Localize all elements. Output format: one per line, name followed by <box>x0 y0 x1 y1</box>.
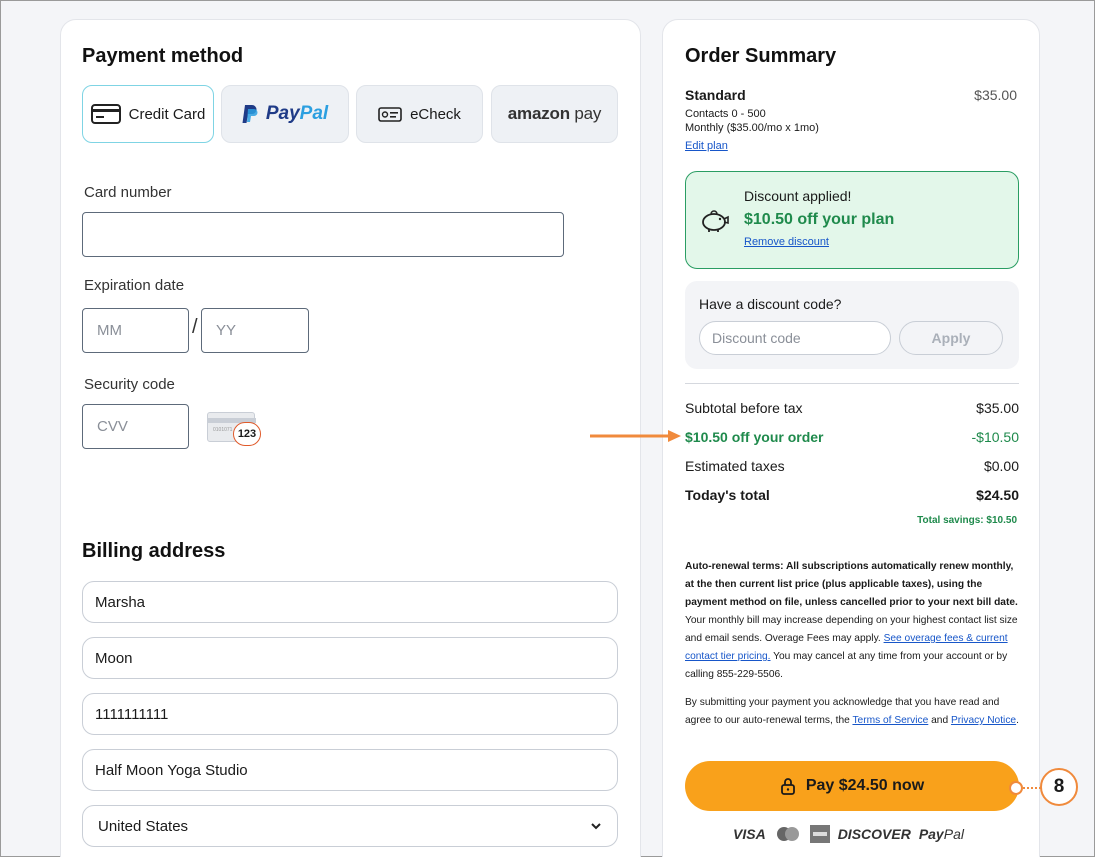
order-summary-title: Order Summary <box>685 45 837 67</box>
payment-panel: Payment method Credit Card PayPal eCheck… <box>60 19 641 857</box>
amex-icon <box>809 825 830 843</box>
cvv-hint-icon: 0101071 123 <box>207 412 263 448</box>
country-value: United States <box>98 817 189 835</box>
subtotal-row: Subtotal before tax $35.00 <box>685 400 1019 416</box>
plan-price: $35.00 <box>974 87 1017 103</box>
billing-address-title: Billing address <box>82 540 226 562</box>
step-connector <box>1023 787 1041 789</box>
accepted-cards: VISA DISCOVER PayPal <box>733 825 983 843</box>
remove-discount-link[interactable]: Remove discount <box>744 236 829 248</box>
last-name-input[interactable]: Moon <box>82 637 618 679</box>
paypal-tab[interactable]: PayPal <box>221 85 349 143</box>
check-icon <box>378 107 402 122</box>
discover-logo: DISCOVER <box>837 826 911 842</box>
discount-code-section: Have a discount code? Discount code Appl… <box>685 281 1019 369</box>
mastercard-icon <box>776 827 799 841</box>
company-input[interactable]: Half Moon Yoga Studio <box>82 749 618 791</box>
total-row: Today's total $24.50 <box>685 487 1019 503</box>
payment-method-title: Payment method <box>82 45 244 67</box>
discount-code-heading: Have a discount code? <box>699 296 842 312</box>
discount-applied-heading: Discount applied! <box>744 188 852 204</box>
step-badge: 8 <box>1040 768 1078 806</box>
step-marker-dot <box>1009 781 1023 795</box>
edit-plan-link[interactable]: Edit plan <box>685 140 728 152</box>
echeck-label: eCheck <box>410 105 461 123</box>
paypal-small-logo: PayPal <box>918 826 964 842</box>
auto-renewal-terms: Auto-renewal terms: All subscriptions au… <box>685 561 1018 680</box>
terms-of-service-link[interactable]: Terms of Service <box>852 715 928 726</box>
piggy-bank-icon <box>702 210 729 232</box>
order-summary-panel: Order Summary Standard $35.00 Contacts 0… <box>662 19 1040 857</box>
discount-applied-box: Discount applied! $10.50 off your plan R… <box>685 171 1019 269</box>
discount-code-input[interactable]: Discount code <box>699 321 891 355</box>
credit-card-icon <box>90 104 121 124</box>
pay-now-label: Pay $24.50 now <box>805 777 925 794</box>
callout-arrow-icon <box>590 430 681 442</box>
credit-card-label: Credit Card <box>128 105 206 123</box>
amazon-pay-wordmark: amazon pay <box>507 104 602 123</box>
first-name-input[interactable]: Marsha <box>82 581 618 623</box>
country-select[interactable]: United States <box>82 805 618 847</box>
security-code-label: Security code <box>84 376 175 393</box>
card-number-label: Card number <box>84 184 172 201</box>
credit-card-tab[interactable]: Credit Card <box>82 85 214 143</box>
apply-button[interactable]: Apply <box>899 321 1003 355</box>
discount-amount: $10.50 off your plan <box>744 211 895 228</box>
phone-input[interactable]: 1111111111 <box>82 693 618 735</box>
expiration-label: Expiration date <box>84 277 185 294</box>
plan-name: Standard <box>685 87 746 103</box>
total-savings: Total savings: $10.50 <box>917 515 1017 526</box>
date-separator: / <box>192 316 198 338</box>
privacy-notice-link[interactable]: Privacy Notice <box>951 715 1016 726</box>
paypal-logo-icon <box>242 105 258 123</box>
plan-billing-cycle: Monthly ($35.00/mo x 1mo) <box>685 122 819 134</box>
card-number-input[interactable] <box>82 212 564 257</box>
discount-row: $10.50 off your order -$10.50 <box>685 429 1019 445</box>
chevron-down-icon <box>591 823 601 830</box>
expiration-month-input[interactable]: MM <box>82 308 189 353</box>
plan-contacts: Contacts 0 - 500 <box>685 108 766 120</box>
taxes-row: Estimated taxes $0.00 <box>685 458 1019 474</box>
visa-logo: VISA <box>733 826 766 842</box>
amazon-pay-tab[interactable]: amazon pay <box>491 85 618 143</box>
divider <box>685 383 1019 384</box>
cvv-input[interactable]: CVV <box>82 404 189 449</box>
echeck-tab[interactable]: eCheck <box>356 85 483 143</box>
expiration-year-input[interactable]: YY <box>201 308 309 353</box>
lock-icon <box>780 778 795 795</box>
payment-acknowledgement: By submitting your payment you acknowled… <box>685 697 1019 726</box>
pay-now-button[interactable]: Pay $24.50 now <box>685 761 1019 811</box>
paypal-wordmark: PayPal <box>265 103 329 124</box>
